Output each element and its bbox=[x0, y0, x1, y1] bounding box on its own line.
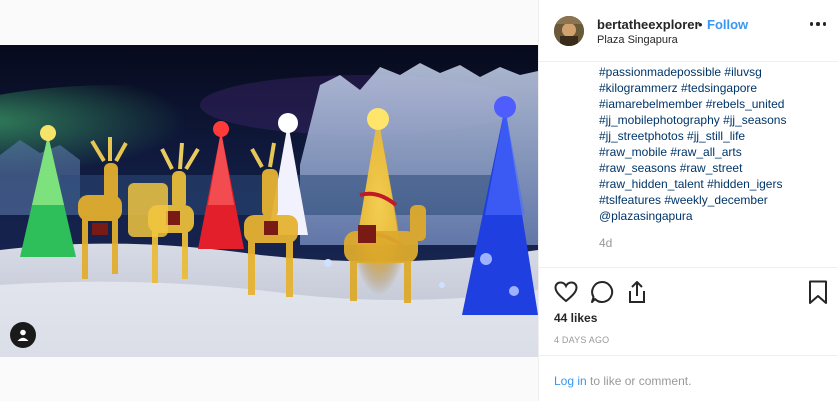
christmas-lights-photo bbox=[0, 45, 538, 357]
bookmark-icon[interactable] bbox=[805, 279, 831, 305]
comment-bar: Log in to like or comment. bbox=[539, 355, 838, 401]
post-sidebar: bertatheexplorer • Follow Plaza Singapur… bbox=[538, 0, 838, 401]
caption-line[interactable]: @plazasingapura bbox=[599, 208, 829, 224]
caption-line[interactable]: #iamarebelmember #rebels_united bbox=[599, 96, 829, 112]
login-prompt: Log in to like or comment. bbox=[554, 374, 691, 388]
follow-button[interactable]: Follow bbox=[707, 17, 748, 32]
location-link[interactable]: Plaza Singapura bbox=[597, 34, 678, 46]
login-link[interactable]: Log in bbox=[554, 374, 587, 388]
username-link[interactable]: bertatheexplorer bbox=[597, 17, 700, 32]
post-date: 4 DAYS AGO bbox=[554, 335, 610, 345]
caption-line[interactable]: #jj_mobilephotography #jj_seasons bbox=[599, 112, 829, 128]
heart-icon[interactable] bbox=[553, 279, 579, 305]
avatar[interactable] bbox=[554, 16, 584, 46]
more-options-icon[interactable] bbox=[810, 22, 826, 28]
caption-line[interactable]: #raw_hidden_talent #hidden_igers bbox=[599, 176, 829, 192]
caption-time: 4d bbox=[599, 236, 613, 250]
caption-line[interactable]: #jj_streetphotos #jj_still_life bbox=[599, 128, 829, 144]
user-tag-icon[interactable] bbox=[10, 322, 36, 348]
likes-count[interactable]: 44 likes bbox=[554, 311, 597, 325]
separator-dot: • bbox=[698, 17, 703, 32]
caption-line[interactable]: #kilogrammerz #tedsingapore bbox=[599, 80, 829, 96]
caption-line[interactable]: #raw_seasons #raw_street bbox=[599, 160, 829, 176]
comment-icon[interactable] bbox=[589, 279, 615, 305]
caption-line[interactable]: #passionmadepossible #iluvsg bbox=[599, 64, 829, 80]
post-header: bertatheexplorer • Follow Plaza Singapur… bbox=[539, 0, 838, 62]
instagram-post-page: bertatheexplorer • Follow Plaza Singapur… bbox=[0, 0, 838, 401]
post-photo[interactable] bbox=[0, 45, 538, 357]
share-icon[interactable] bbox=[624, 279, 650, 305]
caption: #passionmadepossible #iluvsg #kilogramme… bbox=[599, 64, 829, 224]
caption-line[interactable]: #tslfeatures #weekly_december bbox=[599, 192, 829, 208]
login-prompt-text: to like or comment. bbox=[586, 374, 692, 388]
caption-line[interactable]: #raw_mobile #raw_all_arts bbox=[599, 144, 829, 160]
